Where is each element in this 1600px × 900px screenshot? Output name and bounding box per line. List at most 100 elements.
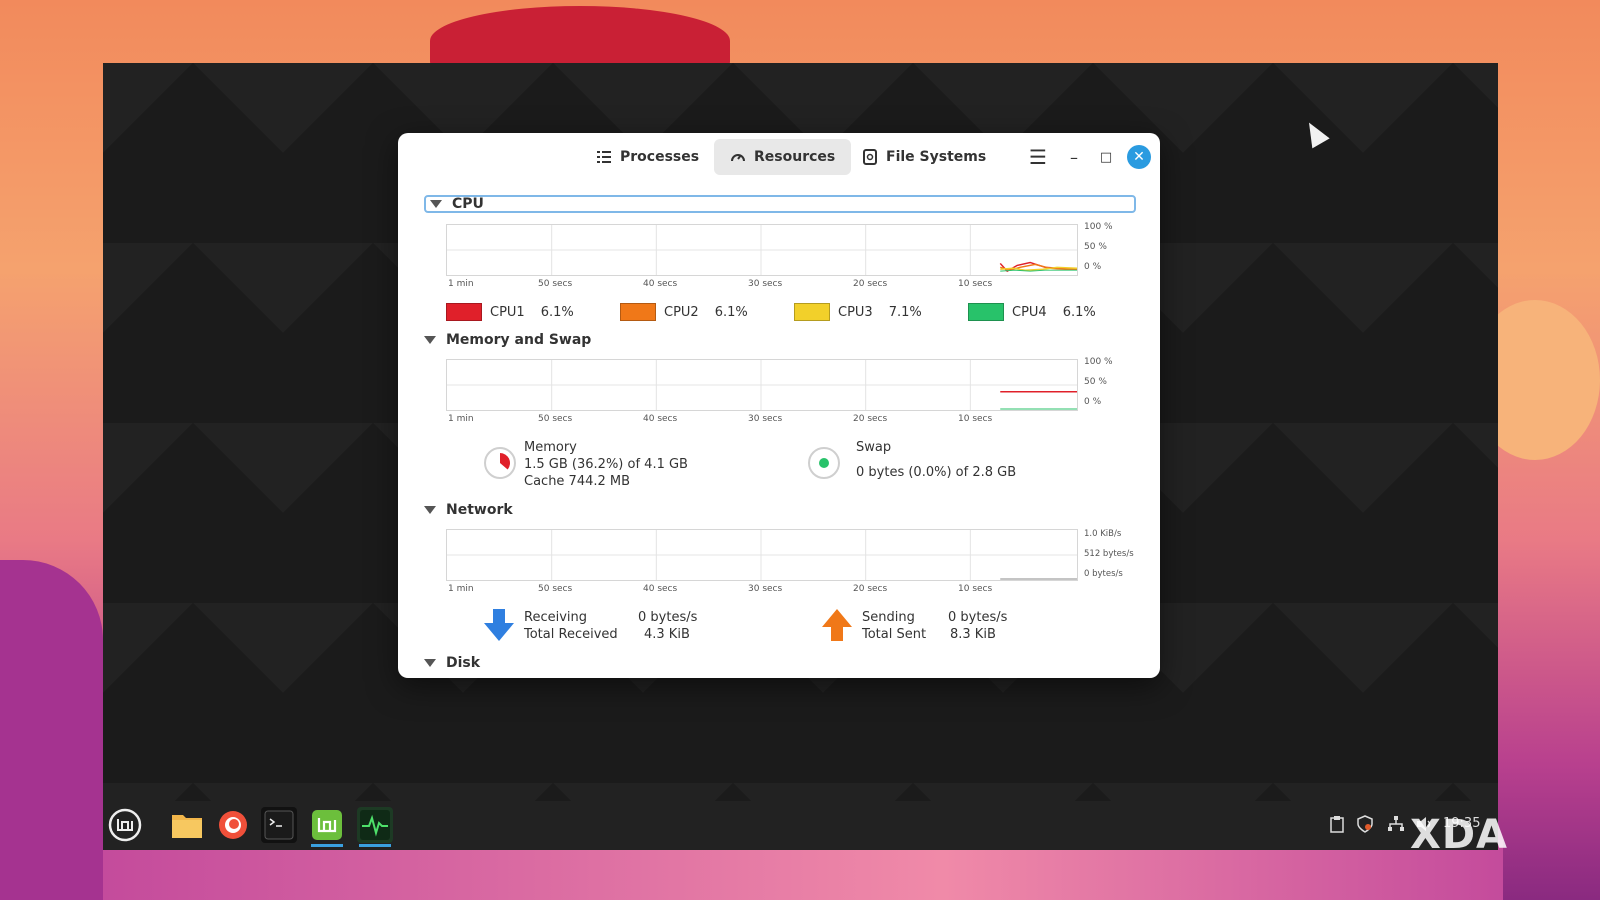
- maximize-button[interactable]: □: [1094, 145, 1118, 169]
- x-tick-label: 20 secs: [853, 414, 888, 424]
- tab-resources[interactable]: Resources: [714, 139, 852, 175]
- cpu3-legend: CPU3 7.1%: [794, 303, 922, 321]
- upload-arrow-icon[interactable]: [822, 609, 852, 641]
- memory-pie-icon[interactable]: [484, 447, 516, 479]
- tab-label: Resources: [754, 149, 836, 165]
- x-tick-label: 1 min: [448, 279, 474, 289]
- list-icon: [596, 149, 612, 165]
- sending-values: 0 bytes/s 8.3 KiB: [948, 609, 1007, 643]
- swap-pie-icon[interactable]: [808, 447, 840, 479]
- x-tick-label: 10 secs: [958, 279, 993, 289]
- network-section-header[interactable]: Network: [424, 502, 513, 518]
- swap-info: Swap 0 bytes (0.0%) of 2.8 GB: [856, 439, 1016, 481]
- color-swatch[interactable]: [968, 303, 1004, 321]
- tab-processes[interactable]: Processes: [580, 139, 715, 175]
- gauge-icon: [730, 149, 746, 165]
- network-x-axis: 1 min 50 secs 40 secs 30 secs 20 secs 10…: [446, 584, 1078, 596]
- x-tick-label: 40 secs: [643, 584, 678, 594]
- y-tick-label: 0 bytes/s: [1084, 569, 1123, 579]
- disk-section-header[interactable]: Disk: [424, 655, 480, 671]
- disk-icon: [862, 149, 878, 165]
- system-monitor-icon[interactable]: [357, 807, 393, 847]
- cpu-section-header[interactable]: CPU: [424, 195, 1136, 213]
- cpu-x-axis: 1 min 50 secs 40 secs 30 secs 20 secs 10…: [446, 279, 1078, 291]
- receiving-label: Receiving: [524, 610, 588, 625]
- expander-triangle-icon: [424, 506, 436, 514]
- x-tick-label: 30 secs: [748, 584, 783, 594]
- receiving-info: Receiving Total Received: [524, 609, 618, 643]
- tab-file-systems[interactable]: File Systems: [846, 139, 1002, 175]
- expander-triangle-icon: [424, 659, 436, 667]
- terminal-icon[interactable]: [261, 807, 297, 843]
- memory-label: Memory: [524, 440, 577, 455]
- section-title: Memory and Swap: [446, 332, 592, 348]
- color-swatch[interactable]: [620, 303, 656, 321]
- y-tick-label: 50 %: [1084, 242, 1107, 252]
- mintinstall-icon[interactable]: [309, 807, 345, 847]
- memory-history-graph: [446, 359, 1078, 411]
- mouse-cursor-icon: [1300, 117, 1330, 149]
- shield-icon[interactable]: [1357, 815, 1373, 837]
- expander-triangle-icon: [424, 336, 436, 344]
- y-tick-label: 100 %: [1084, 357, 1113, 367]
- section-title: CPU: [452, 196, 484, 212]
- total-received-label: Total Received: [524, 627, 618, 642]
- y-tick-label: 512 bytes/s: [1084, 549, 1134, 559]
- y-tick-label: 100 %: [1084, 222, 1113, 232]
- x-tick-label: 50 secs: [538, 584, 573, 594]
- sending-label: Sending: [862, 610, 915, 625]
- x-tick-label: 40 secs: [643, 414, 678, 424]
- folder-icon[interactable]: [169, 807, 205, 843]
- section-title: Disk: [446, 655, 481, 671]
- mint-menu-icon[interactable]: [107, 807, 143, 843]
- core-name: CPU2: [664, 304, 699, 320]
- y-tick-label: 50 %: [1084, 377, 1107, 387]
- swap-label: Swap: [856, 440, 892, 455]
- taskbar: 19:35: [103, 801, 1498, 850]
- title-bar[interactable]: Processes Resources File Systems ☰ – □ ✕: [398, 133, 1160, 183]
- core-value: 7.1%: [888, 304, 922, 320]
- receiving-value: 0 bytes/s: [638, 610, 698, 625]
- tab-label: Processes: [620, 149, 700, 165]
- total-received-value: 4.3 KiB: [644, 627, 690, 642]
- x-tick-label: 20 secs: [853, 584, 888, 594]
- memory-x-axis: 1 min 50 secs 40 secs 30 secs 20 secs 10…: [446, 414, 1078, 426]
- memory-cache: Cache 744.2 MB: [524, 474, 631, 489]
- color-swatch[interactable]: [794, 303, 830, 321]
- expander-triangle-icon: [430, 200, 442, 208]
- x-tick-label: 50 secs: [538, 414, 573, 424]
- x-tick-label: 1 min: [448, 584, 474, 594]
- network-icon[interactable]: [1387, 815, 1405, 837]
- memory-info: Memory 1.5 GB (36.2%) of 4.1 GB Cache 74…: [524, 439, 688, 490]
- memory-usage: 1.5 GB (36.2%) of 4.1 GB: [524, 457, 688, 472]
- x-tick-label: 40 secs: [643, 279, 678, 289]
- cpu-line: [1000, 269, 1077, 272]
- y-tick-label: 1.0 KiB/s: [1084, 529, 1122, 539]
- swap-usage: 0 bytes (0.0%) of 2.8 GB: [856, 465, 1017, 480]
- tab-label: File Systems: [886, 149, 987, 165]
- download-arrow-icon[interactable]: [484, 609, 514, 641]
- x-tick-label: 30 secs: [748, 279, 783, 289]
- core-name: CPU4: [1012, 304, 1047, 320]
- color-swatch[interactable]: [446, 303, 482, 321]
- y-tick-label: 0 %: [1084, 262, 1102, 272]
- core-value: 6.1%: [540, 304, 574, 320]
- close-button[interactable]: ✕: [1127, 145, 1151, 169]
- core-name: CPU3: [838, 304, 873, 320]
- firefox-icon[interactable]: [215, 807, 251, 843]
- clipboard-icon[interactable]: [1329, 815, 1345, 837]
- cpu2-legend: CPU2 6.1%: [620, 303, 748, 321]
- core-value: 6.1%: [714, 304, 748, 320]
- x-tick-label: 30 secs: [748, 414, 783, 424]
- receiving-values: 0 bytes/s 4.3 KiB: [638, 609, 697, 643]
- cpu4-legend: CPU4 6.1%: [968, 303, 1096, 321]
- memory-section-header[interactable]: Memory and Swap: [424, 332, 591, 348]
- cpu1-legend: CPU1 6.1%: [446, 303, 574, 321]
- x-tick-label: 1 min: [448, 414, 474, 424]
- core-name: CPU1: [490, 304, 525, 320]
- minimize-button[interactable]: –: [1062, 145, 1086, 169]
- y-tick-label: 0 %: [1084, 397, 1102, 407]
- x-tick-label: 10 secs: [958, 414, 993, 424]
- x-tick-label: 50 secs: [538, 279, 573, 289]
- hamburger-menu-icon[interactable]: ☰: [1026, 145, 1050, 169]
